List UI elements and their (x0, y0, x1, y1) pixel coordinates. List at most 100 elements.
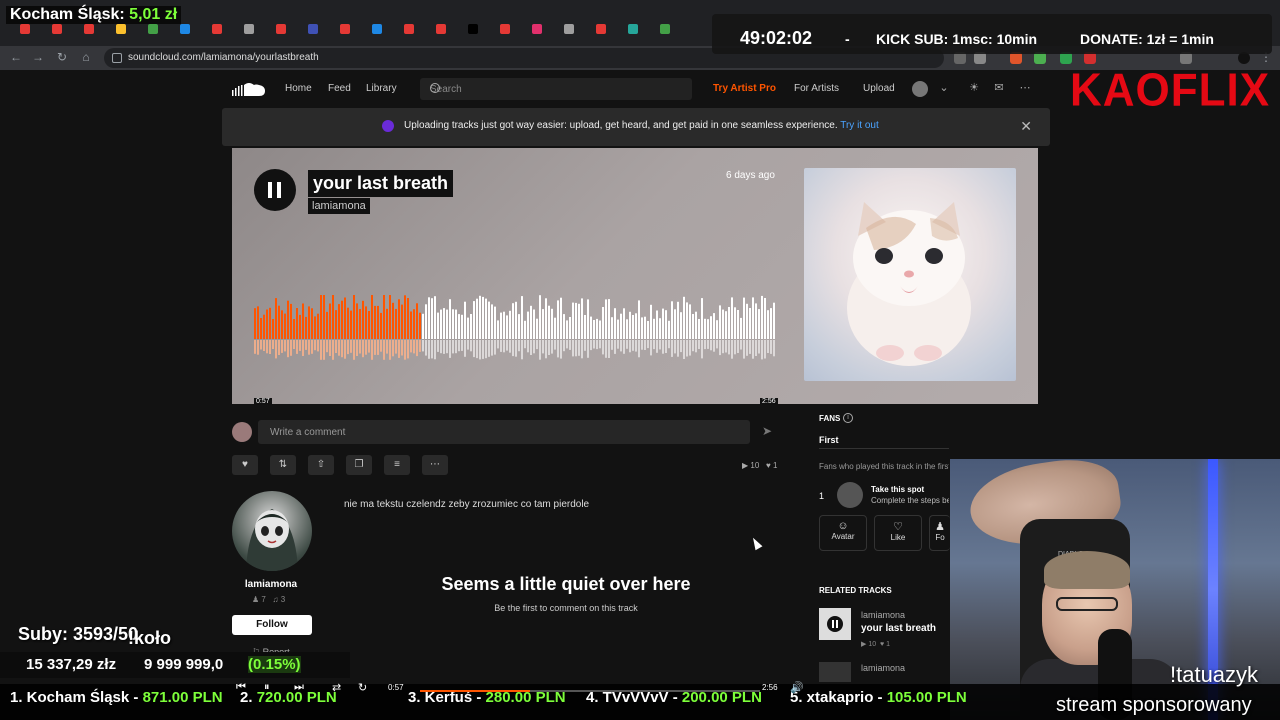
follow-icon: ♟ (935, 521, 945, 533)
waveform-bar (551, 308, 553, 339)
browser-tab[interactable] (244, 22, 270, 36)
browser-tab[interactable] (212, 22, 238, 36)
repost-button[interactable]: ⇅ (270, 455, 296, 475)
browser-tab[interactable] (84, 22, 110, 36)
browser-tab[interactable] (52, 22, 78, 36)
browser-tab[interactable] (116, 22, 142, 36)
fan-follow-button[interactable]: ♟ Fo (929, 515, 950, 551)
shuffle-icon[interactable]: ⇄ (332, 681, 341, 694)
follow-button[interactable]: Follow (232, 615, 312, 635)
waveform-bar (638, 300, 640, 339)
waveform-bar (563, 314, 565, 339)
browser-tab[interactable] (660, 22, 686, 36)
waveform[interactable] (254, 293, 776, 363)
waveform-bar (668, 320, 670, 339)
waveform-reflection (662, 340, 664, 354)
related-track-title[interactable]: your last breath (861, 623, 936, 634)
copy-link-button[interactable]: ❐ (346, 455, 372, 475)
comment-input[interactable]: Write a comment (258, 420, 750, 444)
pause-button[interactable] (254, 169, 296, 211)
try-it-out-link[interactable]: Try it out (840, 120, 879, 131)
waveform-reflection (293, 340, 295, 349)
add-to-next-up-button[interactable]: ≡ (384, 455, 410, 475)
overlay-separator: - (845, 31, 850, 47)
waveform-bar (575, 302, 577, 339)
try-artist-pro-link[interactable]: Try Artist Pro (713, 83, 776, 94)
nav-feed[interactable]: Feed (328, 83, 351, 94)
waveform-bar (599, 320, 601, 339)
tab-favicon-icon (276, 24, 286, 34)
pause-icon[interactable]: ⏸ (264, 681, 270, 694)
browser-tab[interactable] (436, 22, 462, 36)
track-artist[interactable]: lamiamona (308, 198, 370, 214)
user-avatar[interactable] (912, 81, 928, 97)
more-icon[interactable]: ⋯ (1019, 82, 1031, 94)
chevron-down-icon[interactable]: ⌄ (938, 82, 950, 94)
related-track-artist[interactable]: lamiamona (861, 610, 905, 620)
nav-home[interactable]: Home (285, 83, 312, 94)
soundcloud-logo-icon[interactable] (232, 81, 266, 97)
uploader-name[interactable]: lamiamona (232, 579, 310, 590)
close-icon[interactable]: ✕ (1020, 118, 1032, 135)
fan-avatar-button[interactable]: ☺ Avatar (819, 515, 867, 551)
browser-tab[interactable] (180, 22, 206, 36)
browser-tab[interactable] (372, 22, 398, 36)
fan-like-button[interactable]: ♡ Like (874, 515, 922, 551)
more-button[interactable]: ⋯ (422, 455, 448, 475)
browser-tab[interactable] (468, 22, 494, 36)
likes-icon: ♥ (765, 461, 771, 470)
waveform-bar (440, 309, 442, 339)
browser-tab[interactable] (500, 22, 526, 36)
pause-icon (277, 182, 281, 198)
next-icon[interactable]: ⏭ (294, 681, 304, 694)
messages-icon[interactable]: ✉ (993, 82, 1005, 94)
waveform-bar (671, 301, 673, 339)
upload-link[interactable]: Upload (863, 83, 895, 94)
volume-icon[interactable]: 🔊 (790, 681, 804, 694)
back-icon[interactable]: ← (8, 50, 24, 64)
waveform-reflection (440, 340, 442, 354)
notifications-bell-icon[interactable]: ☀ (968, 82, 980, 94)
waveform-bar (545, 298, 547, 339)
reload-icon[interactable]: ↻ (54, 50, 70, 64)
forward-icon[interactable]: → (30, 50, 46, 64)
related-track-artist[interactable]: lamiamona (861, 663, 905, 673)
browser-tab[interactable] (628, 22, 654, 36)
tab-first-fans[interactable]: First (819, 435, 839, 445)
info-icon[interactable]: i (843, 413, 853, 423)
for-artists-link[interactable]: For Artists (794, 83, 839, 94)
send-icon[interactable]: ➤ (762, 424, 772, 438)
waveform-bar (530, 305, 532, 339)
browser-tab[interactable] (404, 22, 430, 36)
browser-tab[interactable] (308, 22, 334, 36)
waveform-bar (647, 321, 649, 339)
like-button[interactable]: ♥ (232, 455, 258, 475)
waveform-bar (335, 310, 337, 339)
uploader-avatar[interactable] (232, 491, 312, 571)
search-icon[interactable] (430, 83, 440, 93)
browser-tab[interactable] (276, 22, 302, 36)
browser-tab[interactable] (20, 22, 46, 36)
bottom-player: ⏮ ⏸ ⏭ ⇄ ↻ 🔊 (228, 680, 808, 696)
waveform-reflection (494, 340, 496, 355)
search-input[interactable]: Search (420, 78, 692, 100)
nav-library[interactable]: Library (366, 83, 397, 94)
home-icon[interactable]: ⌂ (78, 50, 94, 64)
browser-tab[interactable] (596, 22, 622, 36)
waveform-reflection (743, 340, 745, 359)
previous-icon[interactable]: ⏮ (236, 681, 246, 694)
waveform-bar (515, 301, 517, 339)
player-progress-fill (420, 690, 530, 692)
browser-tab[interactable] (340, 22, 366, 36)
site-info-icon[interactable] (112, 53, 122, 63)
kitten-artwork (847, 202, 971, 366)
related-likes: 1 (886, 641, 891, 648)
browser-tab[interactable] (148, 22, 174, 36)
waveform-reflection (647, 340, 649, 349)
browser-tab[interactable] (564, 22, 590, 36)
related-pause-button[interactable] (827, 616, 843, 632)
waveform-bar (308, 306, 310, 339)
repeat-icon[interactable]: ↻ (358, 681, 367, 694)
share-button[interactable]: ⇧ (308, 455, 334, 475)
browser-tab[interactable] (532, 22, 558, 36)
